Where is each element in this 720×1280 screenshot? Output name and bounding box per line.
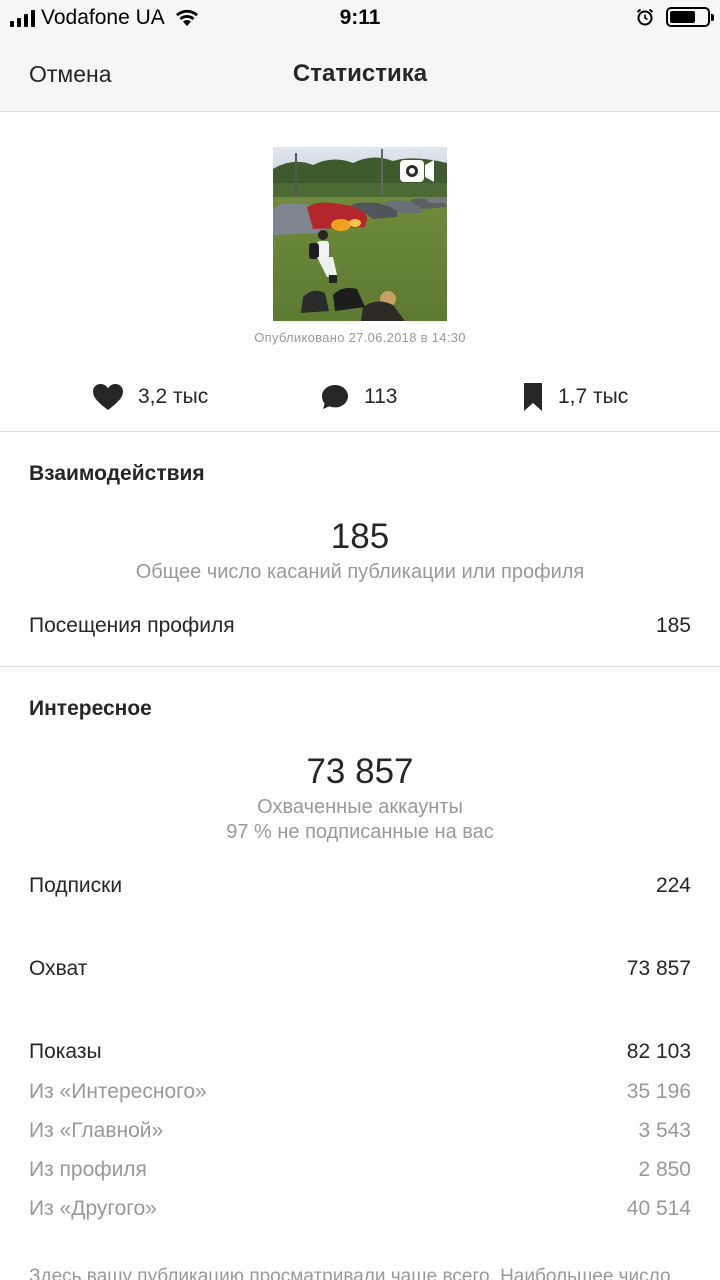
comments-metric: 113 [320, 380, 397, 414]
discovery-total: 73 857 [306, 752, 414, 791]
profile-visits-value: 185 [655, 614, 691, 637]
discovery-title: Интересное [29, 697, 152, 720]
reach-label: Охват [29, 957, 88, 980]
divider [0, 666, 720, 667]
alarm-icon [636, 8, 654, 26]
post-thumbnail[interactable] [273, 147, 447, 321]
saves-count: 1,7 тыс [558, 385, 629, 408]
impressions-source-value: 40 514 [626, 1197, 691, 1220]
heart-icon [93, 384, 123, 410]
impressions-source-value: 2 850 [638, 1158, 691, 1181]
divider [0, 431, 720, 432]
bookmark-icon [524, 383, 542, 411]
post-image [273, 147, 447, 321]
reach-value: 73 857 [626, 957, 691, 980]
impressions-source-label: Из «Главной» [29, 1119, 164, 1142]
battery-icon [666, 7, 714, 27]
interactions-title: Взаимодействия [29, 462, 205, 485]
interactions-total: 185 [330, 517, 390, 556]
footer-note: Здесь вашу публикацию просматривали чаще… [29, 1266, 671, 1280]
nav-bar: Отмена Статистика [0, 36, 720, 112]
impressions-source-value: 3 543 [638, 1119, 691, 1142]
status-time: 9:11 [339, 6, 381, 29]
comments-count: 113 [364, 385, 398, 408]
impressions-source-label: Из «Интересного» [29, 1080, 207, 1103]
status-bar: Vodafone UA 9:11 [0, 0, 720, 36]
interactions-caption: Общее число касаний публикации или профи… [135, 561, 585, 583]
page-title: Статистика [292, 60, 428, 87]
follows-label: Подписки [29, 874, 123, 897]
likes-count: 3,2 тыс [138, 385, 209, 408]
follows-value: 224 [655, 874, 691, 897]
likes-metric: 3,2 тыс [92, 380, 208, 414]
impressions-source-label: Из «Другого» [29, 1197, 157, 1220]
profile-visits-label: Посещения профиля [29, 614, 235, 637]
video-icon [400, 160, 434, 182]
discovery-caption-accounts: Охваченные аккаунты [257, 796, 463, 818]
discovery-caption-nonfollowers: 97 % не подписанные на вас [226, 821, 494, 843]
impressions-value: 82 103 [626, 1040, 691, 1063]
status-right [636, 7, 714, 27]
saves-metric: 1,7 тыс [522, 380, 628, 414]
comment-icon [322, 385, 348, 409]
impressions-source-label: Из профиля [29, 1158, 147, 1181]
published-date: Опубликовано 27.06.2018 в 14:30 [254, 330, 466, 345]
post-insights-screen: Vodafone UA 9:11 Отмена Статистика Опубл… [0, 0, 720, 1280]
impressions-source-value: 35 196 [626, 1080, 691, 1103]
impressions-label: Показы [29, 1040, 102, 1063]
